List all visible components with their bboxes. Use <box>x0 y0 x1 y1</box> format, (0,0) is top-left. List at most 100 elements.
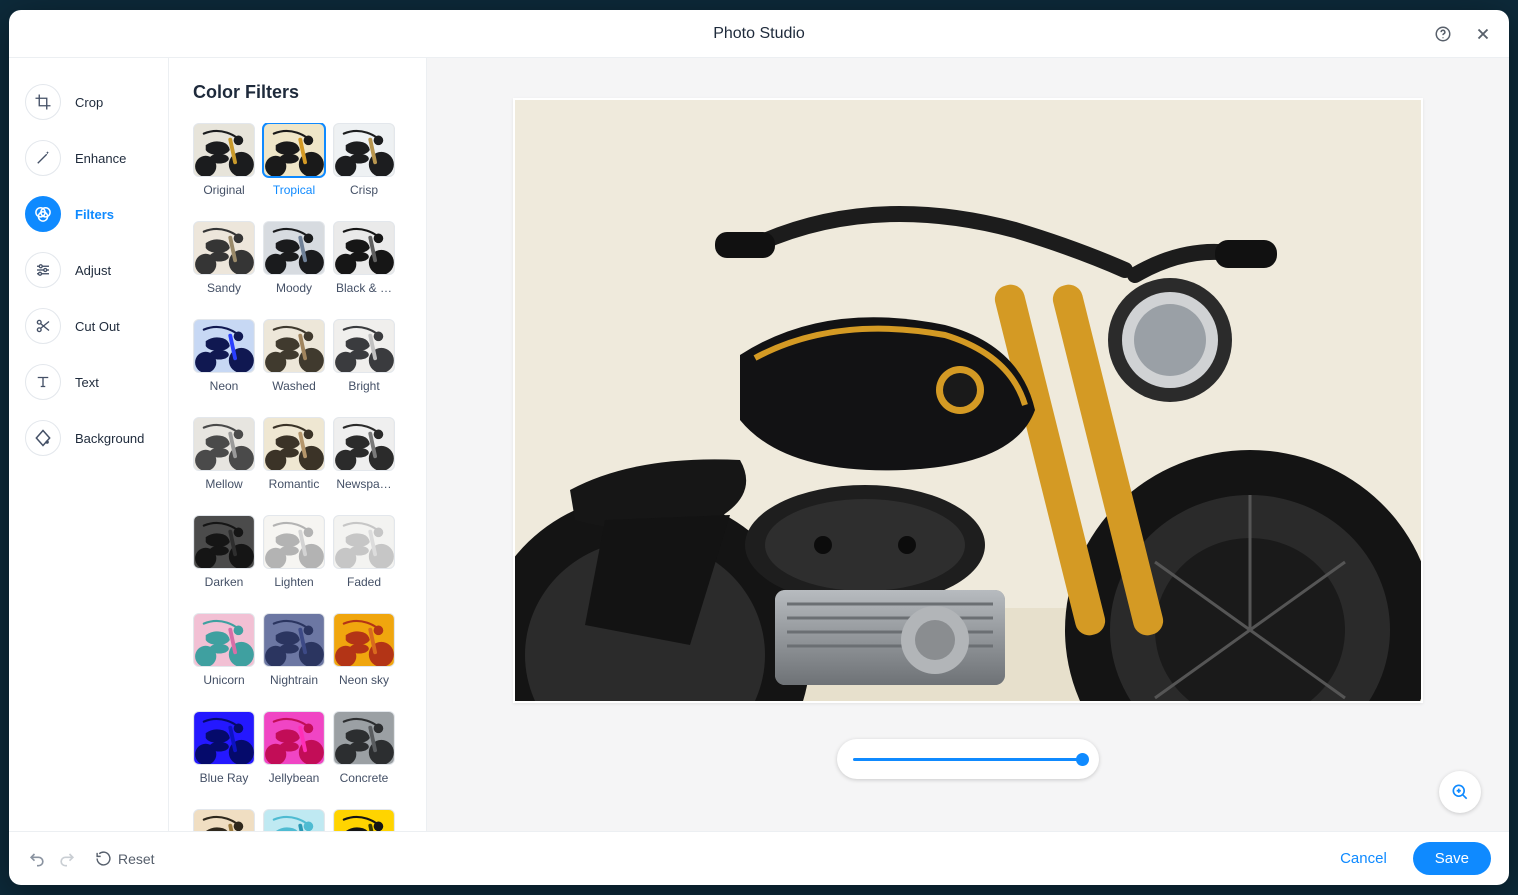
filter-thumb <box>263 221 325 275</box>
text-icon <box>25 364 61 400</box>
filter-unicorn[interactable]: Unicorn <box>193 613 255 687</box>
filter-thumb <box>193 613 255 667</box>
filter-label: Neon <box>193 379 255 393</box>
filter-original[interactable]: Original <box>193 123 255 197</box>
filters-scroll[interactable]: Original Tropical Crisp Sandy Mo <box>193 123 426 831</box>
filters-grid: Original Tropical Crisp Sandy Mo <box>193 123 416 831</box>
filter-label: Jellybean <box>263 771 325 785</box>
filter-thumb <box>333 613 395 667</box>
filter-crisp[interactable]: Crisp <box>333 123 395 197</box>
scissors-icon <box>25 308 61 344</box>
sidebar-item-label: Adjust <box>75 263 111 278</box>
filters-panel-title: Color Filters <box>193 82 426 103</box>
filter-neon[interactable]: Neon <box>193 319 255 393</box>
reset-button[interactable]: Reset <box>95 850 155 867</box>
filter-extra2[interactable] <box>263 809 325 831</box>
filter-label: Washed <box>263 379 325 393</box>
footer-left: Reset <box>27 849 155 869</box>
sidebar-item-enhance[interactable]: Enhance <box>19 134 158 182</box>
filter-extra1[interactable] <box>193 809 255 831</box>
filter-label: Lighten <box>263 575 325 589</box>
save-button[interactable]: Save <box>1413 842 1491 875</box>
filter-darken[interactable]: Darken <box>193 515 255 589</box>
filter-label: Faded <box>333 575 395 589</box>
filter-lighten[interactable]: Lighten <box>263 515 325 589</box>
preview-image[interactable] <box>513 98 1423 703</box>
close-button[interactable] <box>1465 16 1501 52</box>
filter-label: Sandy <box>193 281 255 295</box>
cancel-button[interactable]: Cancel <box>1324 842 1403 875</box>
filter-sandy[interactable]: Sandy <box>193 221 255 295</box>
reset-label: Reset <box>118 851 155 867</box>
help-button[interactable] <box>1425 16 1461 52</box>
filter-thumb <box>333 221 395 275</box>
filter-faded[interactable]: Faded <box>333 515 395 589</box>
undo-button[interactable] <box>27 849 47 869</box>
redo-icon <box>57 849 77 869</box>
filter-moody[interactable]: Moody <box>263 221 325 295</box>
filter-label: Newspa… <box>333 477 395 491</box>
filter-label: Bright <box>333 379 395 393</box>
filter-label: Tropical <box>263 183 325 197</box>
filter-bw[interactable]: Black & … <box>333 221 395 295</box>
filter-label: Nightrain <box>263 673 325 687</box>
filter-neonsky[interactable]: Neon sky <box>333 613 395 687</box>
filter-jellybean[interactable]: Jellybean <box>263 711 325 785</box>
header-actions <box>1425 16 1501 52</box>
sidebar-item-text[interactable]: Text <box>19 358 158 406</box>
zoom-in-button[interactable] <box>1439 771 1481 813</box>
sidebar-item-filters[interactable]: Filters <box>19 190 158 238</box>
sidebar-item-label: Enhance <box>75 151 126 166</box>
filter-label: Blue Ray <box>193 771 255 785</box>
filter-blueray[interactable]: Blue Ray <box>193 711 255 785</box>
redo-button[interactable] <box>57 849 77 869</box>
filter-thumb <box>263 319 325 373</box>
sliders-icon <box>25 252 61 288</box>
sidebar-item-adjust[interactable]: Adjust <box>19 246 158 294</box>
filter-thumb <box>333 319 395 373</box>
motorcycle-image <box>515 100 1423 703</box>
filter-thumb <box>333 123 395 177</box>
filter-extra3[interactable] <box>333 809 395 831</box>
sidebar-item-cut-out[interactable]: Cut Out <box>19 302 158 350</box>
filter-label: Moody <box>263 281 325 295</box>
reset-icon <box>95 850 112 867</box>
sidebar-item-background[interactable]: Background <box>19 414 158 462</box>
filter-label: Mellow <box>193 477 255 491</box>
filter-washed[interactable]: Washed <box>263 319 325 393</box>
tool-sidebar: Crop Enhance Filters Adjust Cut Out Text Backg… <box>9 58 169 831</box>
filter-thumb <box>193 515 255 569</box>
filter-mellow[interactable]: Mellow <box>193 417 255 491</box>
filter-thumb <box>263 515 325 569</box>
filter-thumb <box>263 711 325 765</box>
filter-newspaper[interactable]: Newspa… <box>333 417 395 491</box>
preview-area <box>427 58 1509 831</box>
help-icon <box>1434 25 1452 43</box>
wand-icon <box>25 140 61 176</box>
filter-label: Black & … <box>333 281 395 295</box>
filter-nightrain[interactable]: Nightrain <box>263 613 325 687</box>
filter-label: Crisp <box>333 183 395 197</box>
filter-label: Neon sky <box>333 673 395 687</box>
slider-knob[interactable] <box>1076 753 1089 766</box>
sidebar-item-label: Filters <box>75 207 114 222</box>
filter-thumb <box>263 417 325 471</box>
filter-thumb <box>333 515 395 569</box>
close-icon <box>1474 25 1492 43</box>
modal-header: Photo Studio <box>9 10 1509 58</box>
filter-tropical[interactable]: Tropical <box>263 123 325 197</box>
filter-thumb <box>193 809 255 831</box>
filter-thumb <box>193 123 255 177</box>
filter-romantic[interactable]: Romantic <box>263 417 325 491</box>
sidebar-item-label: Background <box>75 431 144 446</box>
filter-thumb <box>263 809 325 831</box>
intensity-slider[interactable] <box>837 739 1099 779</box>
filter-concrete[interactable]: Concrete <box>333 711 395 785</box>
undo-icon <box>27 849 47 869</box>
filter-thumb <box>263 613 325 667</box>
filter-bright[interactable]: Bright <box>333 319 395 393</box>
zoom-in-icon <box>1450 782 1470 802</box>
sidebar-item-label: Cut Out <box>75 319 120 334</box>
undo-redo-group <box>27 849 77 869</box>
sidebar-item-crop[interactable]: Crop <box>19 78 158 126</box>
